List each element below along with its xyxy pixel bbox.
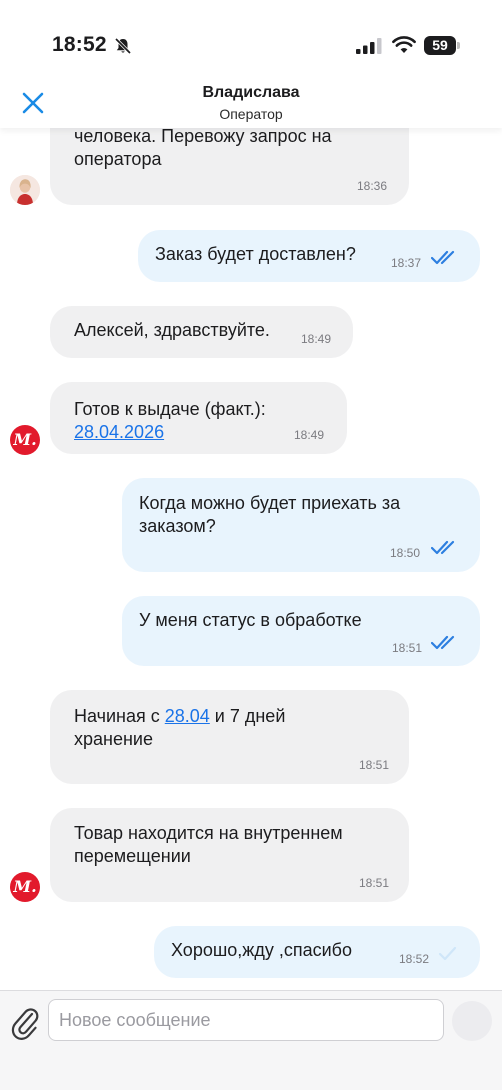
message-time: 18:36 bbox=[357, 179, 388, 193]
message-text: Алексей, здравствуйте. bbox=[74, 320, 270, 340]
paperclip-icon[interactable] bbox=[8, 1005, 40, 1041]
message-text: У меня статус в обработке bbox=[139, 610, 362, 630]
message-bubble: Когда можно будет приехать за заказом? 1… bbox=[122, 478, 480, 572]
message-time: 18:51 bbox=[392, 641, 423, 655]
send-button[interactable] bbox=[452, 1001, 492, 1041]
message-text: Готов к выдаче (факт.): 28.04.2026 bbox=[74, 399, 266, 442]
battery-level: 59 bbox=[432, 37, 448, 53]
status-time: 18:52 bbox=[52, 33, 107, 56]
message-bubble: У меня статус в обработке 18:51 bbox=[122, 596, 480, 666]
read-check-icon bbox=[431, 250, 455, 265]
message-time: 18:37 bbox=[391, 256, 422, 270]
read-check-icon bbox=[431, 635, 455, 650]
bell-muted-icon bbox=[114, 37, 132, 55]
message-bubble: Товар находится на внутреннем перемещени… bbox=[50, 808, 409, 902]
brand-avatar: M. bbox=[10, 425, 40, 455]
status-bar: 18:52 59 bbox=[0, 0, 502, 84]
brand-avatar: M. bbox=[10, 872, 40, 902]
message-time: 18:50 bbox=[390, 546, 421, 560]
wifi-icon bbox=[392, 36, 416, 53]
message-input[interactable] bbox=[48, 999, 444, 1041]
cellular-signal-icon bbox=[356, 38, 382, 54]
operator-avatar bbox=[10, 175, 40, 205]
message-text: человека. Перевожу запрос на оператора bbox=[74, 126, 332, 169]
battery-icon: 59 bbox=[424, 36, 460, 55]
operator-role: Оператор bbox=[219, 106, 283, 122]
message-text: Хорошо,жду ,спасибо bbox=[171, 940, 352, 960]
sent-check-icon bbox=[438, 946, 457, 961]
chat-screen: 18:52 59 Владислава Оператор человека. П… bbox=[0, 0, 502, 1090]
message-bubble: Готов к выдаче (факт.): 28.04.2026 18:49 bbox=[50, 382, 347, 454]
message-time: 18:49 bbox=[294, 428, 325, 442]
message-text: Когда можно будет приехать за заказом? bbox=[139, 493, 401, 536]
message-time: 18:49 bbox=[301, 332, 332, 346]
message-bubble: Начиная с 28.04 и 7 дней хранение 18:51 bbox=[50, 690, 409, 784]
message-text: Заказ будет доставлен? bbox=[155, 244, 356, 264]
message-bubble: Хорошо,жду ,спасибо 18:52 bbox=[154, 926, 480, 978]
message-text: Товар находится на внутреннем перемещени… bbox=[74, 823, 343, 866]
date-link[interactable]: 28.04 bbox=[165, 706, 210, 726]
message-bubble: Алексей, здравствуйте. 18:49 bbox=[50, 306, 353, 358]
message-composer bbox=[0, 990, 502, 1090]
read-check-icon bbox=[431, 540, 455, 555]
date-link[interactable]: 28.04.2026 bbox=[74, 422, 164, 442]
message-bubble: Заказ будет доставлен? 18:37 bbox=[138, 230, 480, 282]
message-time: 18:52 bbox=[399, 952, 430, 966]
message-time: 18:51 bbox=[359, 758, 390, 772]
message-time: 18:51 bbox=[359, 876, 390, 890]
message-text: Начиная с 28.04 и 7 дней хранение bbox=[74, 706, 286, 749]
operator-name: Владислава bbox=[202, 84, 300, 101]
operator-photo-icon bbox=[10, 175, 40, 205]
